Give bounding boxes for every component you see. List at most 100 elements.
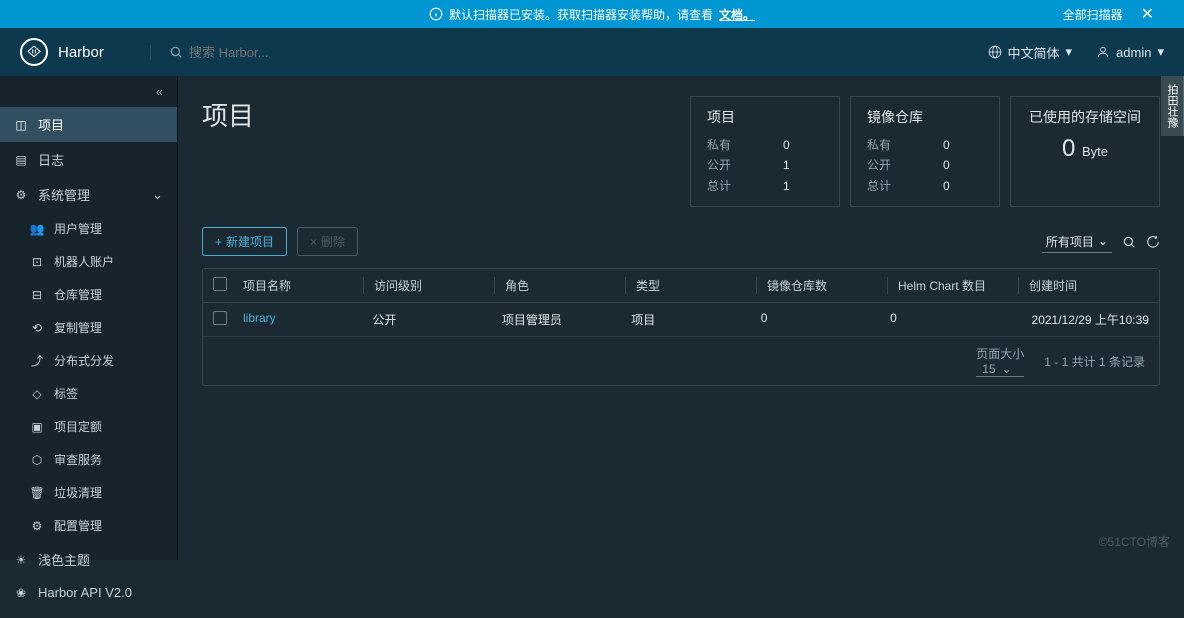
replication-icon: ⟲ bbox=[30, 321, 44, 335]
search-bar[interactable] bbox=[150, 45, 389, 60]
watermark: ©51CTO博客 bbox=[1099, 533, 1170, 550]
sidebar-item-gc[interactable]: 🗑 垃圾清理 bbox=[0, 476, 177, 509]
sidebar-item-audit[interactable]: ⬡ 审查服务 bbox=[0, 443, 177, 476]
chevron-down-icon: ⌄ bbox=[152, 187, 163, 203]
sidebar-item-robots[interactable]: ⊡ 机器人账户 bbox=[0, 245, 177, 278]
plus-icon: + bbox=[215, 235, 222, 249]
search-icon[interactable] bbox=[1122, 235, 1136, 249]
user-name: admin bbox=[1116, 45, 1151, 60]
nav-label: 日志 bbox=[38, 150, 64, 169]
sidebar-item-users[interactable]: 👥 用户管理 bbox=[0, 212, 177, 245]
language-selector[interactable]: 中文简体 ▾ bbox=[988, 43, 1073, 62]
x-icon: × bbox=[310, 235, 317, 249]
sidebar-item-distribution[interactable]: ⤴ 分布式分发 bbox=[0, 344, 177, 377]
sidebar-item-replication[interactable]: ⟲ 复制管理 bbox=[0, 311, 177, 344]
info-icon bbox=[429, 7, 443, 21]
banner-docs-link[interactable]: 文档。 bbox=[719, 6, 755, 23]
col-repo-count[interactable]: 镜像仓库数 bbox=[756, 277, 887, 294]
sidebar-item-repos[interactable]: ⊟仓库管理 bbox=[0, 278, 177, 311]
sidebar-collapse-button[interactable]: « bbox=[0, 76, 177, 107]
sidebar-item-projects[interactable]: ◫ 项目 bbox=[0, 107, 177, 142]
app-name: Harbor bbox=[58, 44, 104, 61]
search-icon bbox=[169, 45, 183, 59]
page-size-select[interactable]: 15⌄ bbox=[976, 362, 1024, 377]
project-name-link[interactable]: library bbox=[243, 311, 372, 328]
cell-chart-count: 0 bbox=[890, 311, 1019, 328]
stat-card-repos: 镜像仓库 私有0 公开0 总计0 bbox=[850, 96, 1000, 207]
sidebar-item-quotas[interactable]: ▣ 项目定额 bbox=[0, 410, 177, 443]
cell-created: 2021/12/29 上午10:39 bbox=[1020, 311, 1149, 328]
all-scanners-link[interactable]: 全部扫描器 bbox=[1063, 6, 1123, 23]
col-type[interactable]: 类型 bbox=[625, 277, 756, 294]
col-name[interactable]: 项目名称 bbox=[243, 277, 363, 294]
stat-title: 项目 bbox=[707, 107, 823, 127]
stat-title: 已使用的存储空间 bbox=[1027, 107, 1143, 127]
language-label: 中文简体 bbox=[1008, 43, 1060, 62]
sidebar-item-api[interactable]: ❀Harbor API V2.0 bbox=[0, 577, 177, 608]
system-icon: ⚙ bbox=[14, 188, 28, 202]
table-row[interactable]: library 公开 项目管理员 项目 0 0 2021/12/29 上午10:… bbox=[203, 303, 1159, 337]
quota-icon: ▣ bbox=[30, 420, 44, 434]
chevron-down-icon: ⌄ bbox=[1098, 234, 1108, 248]
nav-label: 审查服务 bbox=[54, 451, 102, 468]
table-footer: 页面大小 15⌄ 1 - 1 共计 1 条记录 bbox=[203, 337, 1159, 385]
nav-label: 垃圾清理 bbox=[54, 484, 102, 501]
stat-title: 镜像仓库 bbox=[867, 107, 983, 127]
stat-card-projects: 项目 私有0 公开1 总计1 bbox=[690, 96, 840, 207]
row-checkbox[interactable] bbox=[213, 311, 227, 325]
logo[interactable]: Harbor bbox=[20, 38, 150, 66]
nav-label: 项目定额 bbox=[54, 418, 102, 435]
user-icon bbox=[1096, 45, 1110, 59]
toolbar: +新建项目 ×删除 所有项目⌄ bbox=[202, 227, 1160, 256]
table-header: 项目名称 访问级别 角色 类型 镜像仓库数 Helm Chart 数目 创建时间 bbox=[203, 269, 1159, 303]
banner-text: 默认扫描器已安装。获取扫描器安装帮助，请查看 bbox=[449, 6, 713, 23]
delete-button[interactable]: ×删除 bbox=[297, 227, 358, 256]
trash-icon: 🗑 bbox=[30, 486, 44, 500]
shield-icon: ⬡ bbox=[30, 453, 44, 467]
chevron-down-icon: ▾ bbox=[1066, 44, 1073, 60]
sidebar-item-system[interactable]: ⚙ 系统管理 ⌄ bbox=[0, 177, 177, 212]
close-icon[interactable]: ✕ bbox=[1141, 4, 1154, 24]
cell-access: 公开 bbox=[372, 311, 501, 328]
nav-label: 复制管理 bbox=[54, 319, 102, 336]
cell-type: 项目 bbox=[631, 311, 760, 328]
col-chart-count[interactable]: Helm Chart 数目 bbox=[887, 277, 1018, 294]
app-header: Harbor 中文简体 ▾ admin ▾ bbox=[0, 28, 1184, 76]
harbor-logo-icon bbox=[20, 38, 48, 66]
projects-icon: ◫ bbox=[14, 118, 28, 132]
user-menu[interactable]: admin ▾ bbox=[1096, 44, 1164, 60]
chevron-down-icon: ⌄ bbox=[1002, 362, 1012, 376]
nav-label: 配置管理 bbox=[54, 517, 102, 534]
stat-card-storage: 已使用的存储空间 0 Byte bbox=[1010, 96, 1160, 207]
sidebar-item-config[interactable]: ⚙ 配置管理 bbox=[0, 509, 177, 542]
nav-label: 机器人账户 bbox=[54, 253, 114, 270]
cell-role: 项目管理员 bbox=[502, 311, 631, 328]
label-icon: ◇ bbox=[30, 387, 44, 401]
api-icon: ❀ bbox=[14, 586, 28, 600]
col-access[interactable]: 访问级别 bbox=[363, 277, 494, 294]
sidebar-item-logs[interactable]: ▤ 日志 bbox=[0, 142, 177, 177]
gear-icon: ⚙ bbox=[30, 519, 44, 533]
page-title: 项目 bbox=[202, 96, 254, 133]
col-created[interactable]: 创建时间 bbox=[1018, 277, 1149, 294]
search-input[interactable] bbox=[189, 45, 389, 60]
nav-label: 仓库管理 bbox=[54, 286, 102, 303]
nav-label: 分布式分发 bbox=[54, 352, 114, 369]
refresh-icon[interactable] bbox=[1146, 235, 1160, 249]
logs-icon: ▤ bbox=[14, 153, 28, 167]
pagination-range: 1 - 1 共计 1 条记录 bbox=[1044, 353, 1145, 370]
stats-row: 项目 私有0 公开1 总计1 镜像仓库 私有0 公开0 总计0 已使用的存储空间… bbox=[690, 96, 1160, 207]
distribution-icon: ⤴ bbox=[30, 352, 44, 369]
col-role[interactable]: 角色 bbox=[494, 277, 625, 294]
side-tab[interactable]: 拍田壮豫 bbox=[1161, 76, 1184, 136]
main-content: 拍田壮豫 项目 项目 私有0 公开1 总计1 镜像仓库 私有0 公开0 总计0 … bbox=[178, 76, 1184, 560]
sidebar-item-labels[interactable]: ◇标签 bbox=[0, 377, 177, 410]
new-project-button[interactable]: +新建项目 bbox=[202, 227, 287, 256]
robot-icon: ⊡ bbox=[30, 255, 44, 269]
select-all-checkbox[interactable] bbox=[213, 277, 227, 291]
nav-label: 用户管理 bbox=[54, 220, 102, 237]
users-icon: 👥 bbox=[30, 222, 44, 236]
nav-label: 系统管理 bbox=[38, 185, 90, 204]
project-filter-select[interactable]: 所有项目⌄ bbox=[1042, 231, 1112, 253]
projects-table: 项目名称 访问级别 角色 类型 镜像仓库数 Helm Chart 数目 创建时间… bbox=[202, 268, 1160, 386]
